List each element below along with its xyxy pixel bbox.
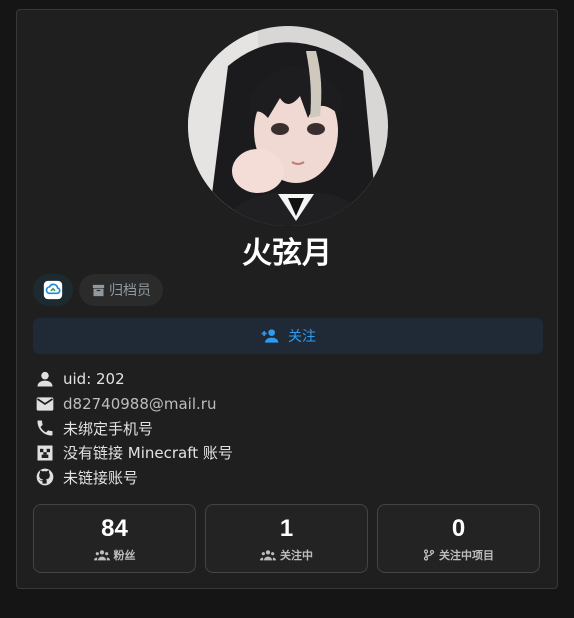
minecraft-icon (33, 441, 56, 464)
stat-label-text: 粉丝 (113, 548, 136, 562)
cloud-badge[interactable] (33, 274, 73, 306)
stat-label-text: 关注中项目 (439, 548, 494, 562)
follow-button[interactable]: 关注 (33, 318, 543, 354)
group-icon (93, 549, 110, 560)
archivist-label: 归档员 (109, 283, 151, 299)
display-name: 火弦月 (242, 236, 332, 271)
stat-following[interactable]: 1 关注中 (205, 504, 368, 573)
email-row: d82740988@mail.ru (33, 392, 233, 417)
stat-label: 粉丝 (93, 547, 136, 563)
uid-row: uid: 202 (33, 367, 233, 392)
github-icon (33, 466, 56, 489)
stat-value: 84 (101, 514, 128, 542)
phone-text: 未绑定手机号 (63, 419, 154, 438)
avatar[interactable] (188, 26, 388, 226)
follow-button-label: 关注 (288, 329, 316, 345)
github-text: 未链接账号 (63, 468, 139, 487)
archive-icon (92, 284, 105, 296)
stat-value: 1 (279, 514, 294, 542)
cloud-sync-icon (43, 280, 63, 300)
stat-value: 0 (451, 514, 466, 542)
avatar-image (188, 26, 388, 226)
info-list: uid: 202 d82740988@mail.ru 未绑定手机号 没有链接 M… (33, 367, 233, 490)
stat-following-projects[interactable]: 0 关注中项目 (377, 504, 540, 573)
person-icon (33, 368, 56, 391)
badge-list: 归档员 (33, 274, 163, 306)
stat-label-text: 关注中 (280, 548, 313, 562)
phone-icon (33, 417, 56, 440)
profile-card: 火弦月 归档员 关注 uid: 202 d82740988@mail.ru 未绑… (16, 9, 558, 589)
person-add-icon (261, 329, 279, 343)
archivist-badge[interactable]: 归档员 (79, 274, 163, 306)
fork-icon (423, 548, 435, 561)
phone-row: 未绑定手机号 (33, 416, 233, 441)
stat-label: 关注中 (260, 547, 313, 563)
mail-icon (33, 392, 56, 415)
minecraft-row: 没有链接 Minecraft 账号 (33, 441, 233, 466)
stats-row: 84 粉丝 1 关注中 0 关注中项目 (33, 504, 540, 573)
email-link[interactable]: d82740988@mail.ru (63, 395, 216, 413)
group-icon (260, 549, 276, 560)
github-row: 未链接账号 (33, 465, 233, 490)
minecraft-text: 没有链接 Minecraft 账号 (63, 444, 233, 463)
stat-followers[interactable]: 84 粉丝 (33, 504, 196, 573)
stat-label: 关注中项目 (423, 547, 494, 563)
uid-text: uid: 202 (63, 370, 125, 389)
